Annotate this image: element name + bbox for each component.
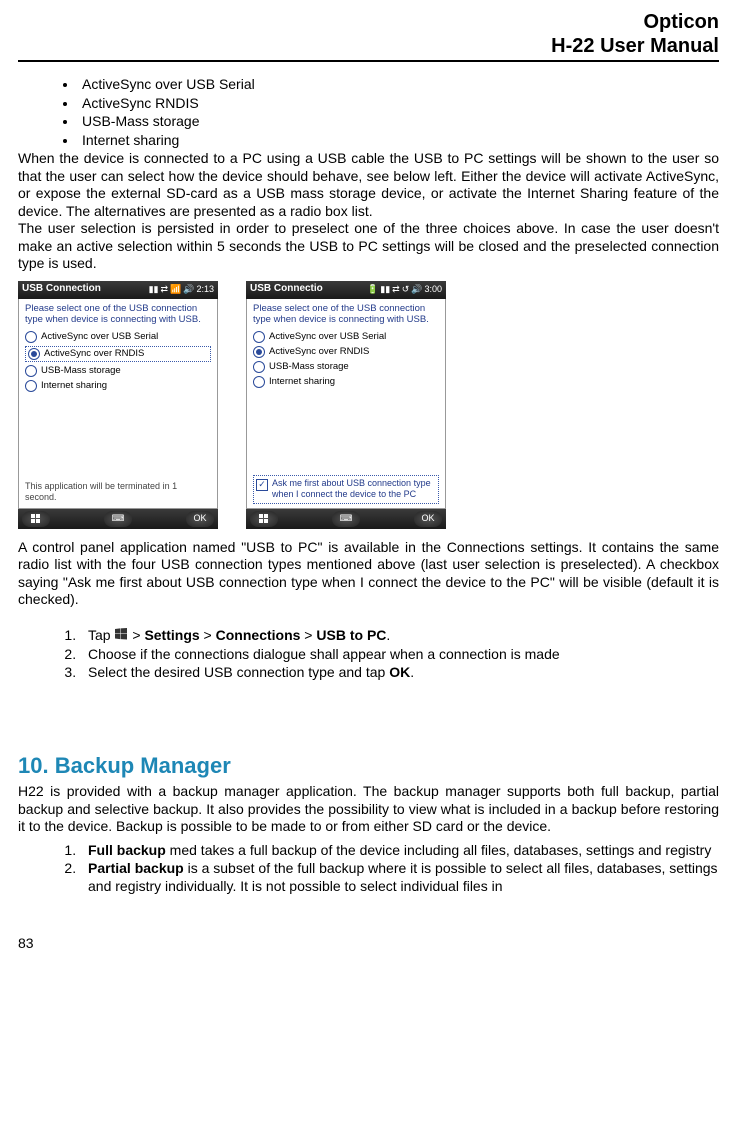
radio-option: ActiveSync over RNDIS [253,346,439,358]
step-item: Select the desired USB connection type a… [80,664,719,682]
sync-icon: ↺ [402,284,410,295]
checkbox-icon: ✓ [256,479,268,491]
radio-option: ActiveSync over USB Serial [253,331,439,343]
section-heading: 10. Backup Manager [18,752,719,780]
page-header: Opticon H-22 User Manual [18,10,719,62]
radio-icon [28,348,40,360]
speaker-icon: 🔊 [183,284,194,295]
antenna-icon: 📶 [170,284,181,295]
paragraph: A control panel application named "USB t… [18,539,719,609]
phone-body: Please select one of the USB connection … [18,299,218,509]
list-item: Full backup med takes a full backup of t… [80,842,719,860]
section-title: Backup Manager [55,753,231,778]
bold-connections: Connections [216,627,301,643]
checkbox-label: Ask me first about USB connection type w… [272,478,436,501]
radio-icon [253,361,265,373]
titlebar-icons: ▮▮ ⇄ 📶 🔊 2:13 [149,284,214,295]
radio-option: USB-Mass storage [253,361,439,373]
bullet-item: ActiveSync over USB Serial [78,76,719,94]
screenshot-left: USB Connection ▮▮ ⇄ 📶 🔊 2:13 Please sele… [18,281,218,529]
bullet-item: ActiveSync RNDIS [78,95,719,113]
header-line2: H-22 User Manual [551,35,719,57]
radio-icon [253,376,265,388]
bullet-item: Internet sharing [78,132,719,150]
battery-icon: 🔋 [367,284,378,295]
radio-option: Internet sharing [25,380,211,392]
radio-option: Internet sharing [253,376,439,388]
header-line1: Opticon [643,11,719,33]
list-item: Partial backup is a subset of the full b… [80,860,719,895]
bold-settings: Settings [144,627,199,643]
page-number: 83 [18,935,719,953]
signal-icon: ▮▮ [149,284,159,295]
bottombar: ⌨ OK [18,509,218,529]
paragraph: The user selection is persisted in order… [18,220,719,273]
windows-flag-icon [114,627,128,645]
radio-icon [25,365,37,377]
screenshot-right: USB Connectio 🔋 ▮▮ ⇄ ↺ 🔊 3:00 Please sel… [246,281,446,529]
bold-partial-backup: Partial backup [88,860,184,876]
screenshots-row: USB Connection ▮▮ ⇄ 📶 🔊 2:13 Please sele… [18,281,719,529]
keyboard-icon: ⌨ [104,511,132,527]
feature-bullets: ActiveSync over USB Serial ActiveSync RN… [58,76,719,149]
bold-full-backup: Full backup [88,842,166,858]
radio-option: USB-Mass storage [25,365,211,377]
instruction-text: Please select one of the USB connection … [25,303,211,326]
clock-text: 3:00 [424,284,442,295]
radio-icon [25,380,37,392]
paragraph: H22 is provided with a backup manager ap… [18,783,719,836]
titlebar-icons: 🔋 ▮▮ ⇄ ↺ 🔊 3:00 [367,284,442,295]
titlebar: USB Connectio 🔋 ▮▮ ⇄ ↺ 🔊 3:00 [246,281,446,299]
step-item: Choose if the connections dialogue shall… [80,646,719,664]
keyboard-icon: ⌨ [332,511,360,527]
windows-icon [22,511,50,527]
instruction-text: Please select one of the USB connection … [253,303,439,326]
steps-list: Tap > Settings > Connections > USB to PC… [58,627,719,682]
radio-icon [25,331,37,343]
footer-text: This application will be terminated in 1… [25,481,211,504]
backup-list: Full backup med takes a full backup of t… [58,842,719,896]
radio-option: ActiveSync over RNDIS [25,346,211,362]
radio-option: ActiveSync over USB Serial [25,331,211,343]
titlebar-title: USB Connectio [250,283,367,296]
section-number: 10. [18,753,49,778]
paragraph: When the device is connected to a PC usi… [18,150,719,220]
ok-button: OK [186,511,214,527]
bottombar: ⌨ OK [246,509,446,529]
askme-checkbox: ✓ Ask me first about USB connection type… [253,475,439,504]
bullet-item: USB-Mass storage [78,113,719,131]
speaker-icon: 🔊 [411,284,422,295]
bold-ok: OK [389,664,410,680]
radio-icon [253,346,265,358]
phone-body: Please select one of the USB connection … [246,299,446,509]
radio-icon [253,331,265,343]
windows-icon [250,511,278,527]
connection-icon: ⇄ [160,284,168,295]
clock-text: 2:13 [196,284,214,295]
connection-icon: ⇄ [392,284,400,295]
bold-usbtopc: USB to PC [316,627,386,643]
titlebar-title: USB Connection [22,283,149,296]
signal-icon: ▮▮ [380,284,390,295]
step-item: Tap > Settings > Connections > USB to PC… [80,627,719,645]
titlebar: USB Connection ▮▮ ⇄ 📶 🔊 2:13 [18,281,218,299]
ok-button: OK [414,511,442,527]
